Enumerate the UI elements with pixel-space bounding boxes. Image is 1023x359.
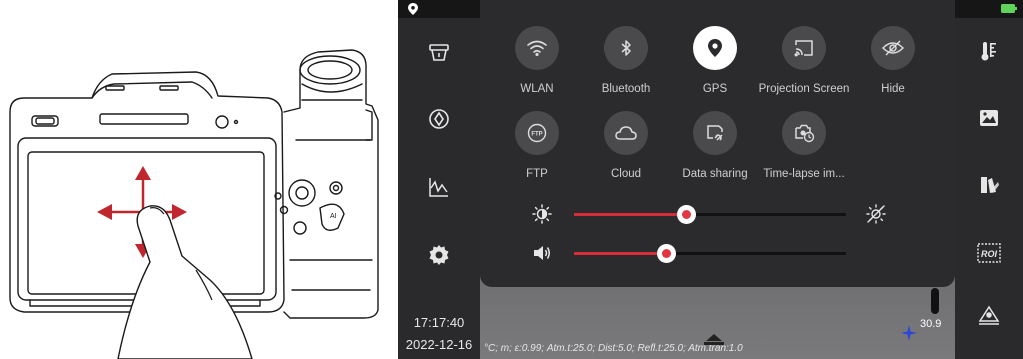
spot-crosshair-icon [901, 325, 917, 341]
volume-track[interactable] [574, 244, 846, 263]
ftp-icon-text: FTP [531, 132, 542, 138]
tile-label: Time-lapse im... [763, 168, 845, 180]
palette-icon[interactable] [974, 170, 1004, 200]
clock-date: 2022-12-16 [405, 337, 473, 352]
brightness-fill [574, 213, 686, 216]
temperature-scale-icon[interactable] [974, 36, 1004, 66]
spot-temperature: 30.9 [920, 318, 942, 330]
brightness-slider-row [520, 202, 915, 226]
left-toolbar: 17:17:40 2022-12-16 [398, 0, 480, 359]
control-center-panel: WLAN Bluetooth GPS Projection Screen Hid… [480, 0, 955, 287]
svg-text:AI: AI [330, 213, 337, 220]
settings-gear-icon[interactable] [424, 240, 454, 270]
brightness-track[interactable] [574, 205, 846, 224]
brightness-thumb[interactable] [676, 205, 696, 224]
timelapse-icon [782, 111, 826, 155]
measure-icon[interactable] [974, 300, 1004, 330]
analysis-chart-icon[interactable] [424, 172, 454, 202]
data-sharing-icon [693, 111, 737, 155]
roi-icon[interactable]: ROI [974, 238, 1004, 268]
volume-icon [534, 246, 550, 260]
roi-label: ROI [981, 249, 998, 259]
panel-collapse-bar[interactable] [704, 342, 724, 345]
gps-icon [693, 26, 737, 70]
battery-icon [1001, 4, 1017, 13]
clock-time: 17:17:40 [413, 315, 465, 330]
status-bar-left [398, 0, 480, 18]
brightness-icon [532, 204, 552, 224]
ftp-icon: FTP [515, 111, 559, 155]
right-toolbar: ROI [955, 0, 1023, 359]
map-pin-icon [408, 3, 418, 15]
auto-brightness-off-icon[interactable] [866, 204, 886, 224]
tile-label: Hide [881, 83, 905, 95]
status-bar-right [955, 0, 1023, 18]
volume-slider-row [520, 241, 915, 265]
root: AI °C; m; ε:0.99; Atm.t:25.0; Dist:5.0; … [0, 0, 1023, 359]
cast-icon [782, 26, 826, 70]
scale-scroll-bar[interactable] [931, 288, 939, 314]
touch-gesture-illustration: AI [0, 0, 398, 359]
tile-hide[interactable]: Hide [838, 26, 948, 95]
wifi-icon [515, 26, 559, 70]
volume-fill [574, 252, 667, 255]
eye-off-icon [871, 26, 915, 70]
camera-touch-drawing: AI [9, 49, 379, 359]
cloud-icon [604, 111, 648, 155]
gallery-icon[interactable] [974, 103, 1004, 133]
panel-collapse-handle[interactable] [706, 334, 722, 341]
lamp-icon[interactable] [424, 38, 454, 68]
tile-time-lapse[interactable]: Time-lapse im... [749, 111, 859, 180]
volume-thumb[interactable] [657, 244, 677, 263]
focus-icon[interactable] [424, 104, 454, 134]
bluetooth-icon [604, 26, 648, 70]
camera-screen: °C; m; ε:0.99; Atm.t:25.0; Dist:5.0; Ref… [398, 0, 1023, 359]
